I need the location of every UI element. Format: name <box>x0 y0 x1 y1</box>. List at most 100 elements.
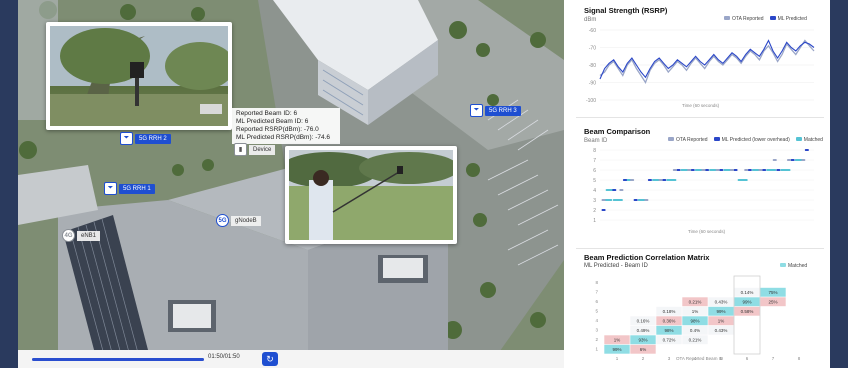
beam-point <box>780 169 791 171</box>
legend-ml: ML Predicted (lower overhead) <box>713 137 790 143</box>
beam-point <box>612 189 617 191</box>
pin-label: 5G RRH 2 <box>135 133 171 144</box>
playback-progress[interactable] <box>32 358 204 361</box>
pin-gnodeb[interactable]: 5G gNodeB <box>216 214 261 227</box>
beam-point <box>658 179 663 181</box>
beam-point <box>772 159 777 161</box>
beam-point <box>747 169 752 171</box>
y-tick-label: 7 <box>595 290 598 295</box>
x-tick-label: 6 <box>746 356 749 361</box>
pin-5g-rrh3[interactable]: ⏷ 5G RRH 3 <box>470 104 521 117</box>
beam-point <box>612 199 623 201</box>
y-tick-label: 6 <box>593 168 596 174</box>
beam-point <box>676 169 681 171</box>
beam-point <box>729 169 734 171</box>
camera-feed-image <box>50 26 228 126</box>
matrix-chart: 876543211 2 3 4 5 6 7 80.14% 75%0.21% 0.43% 99% 25%… <box>595 275 801 361</box>
matrix-cell-value: 0.72% <box>663 337 676 342</box>
matrix-cell-value: 0.21% <box>689 299 702 304</box>
x-tick-label: 3 <box>668 356 671 361</box>
playback-progress-fill <box>32 358 204 361</box>
beam-point <box>766 169 777 171</box>
pin-device[interactable]: ▮ Device <box>234 143 276 156</box>
matrix-cell-value: 0.43% <box>715 299 728 304</box>
matrix-cell-value: 0.21% <box>689 337 702 342</box>
device-feed-card[interactable] <box>285 146 457 244</box>
playback-time: 01:50/01:50 <box>208 354 240 360</box>
pin-label: Device <box>249 144 276 155</box>
legend-matched: Matched <box>780 263 807 269</box>
beam-point <box>687 169 692 171</box>
ota-reported-line <box>599 39 815 84</box>
y-tick-label: 8 <box>593 148 596 154</box>
camera-feed-card[interactable] <box>46 22 232 130</box>
beam-point <box>647 179 652 181</box>
beam-point <box>622 179 627 181</box>
device-feed-image <box>289 150 453 240</box>
ml-predicted-rsrp: ML Predicted RSRP(dBm): -74.6 <box>236 134 331 141</box>
matrix-legend: Matched <box>780 263 807 269</box>
divider <box>576 117 824 118</box>
beam-point <box>705 169 709 171</box>
replay-icon: ↻ <box>266 353 274 364</box>
pin-enb1[interactable]: 4G eNB1 <box>62 229 101 242</box>
pin-label: 5G RRH 1 <box>119 183 155 194</box>
aerial-map[interactable]: Reported Beam ID: 6 ML Predicted Beam ID… <box>18 0 564 368</box>
y-tick-label: 3 <box>595 328 598 333</box>
matrix-cell-value: 99% <box>742 299 751 304</box>
signal-xlabel: Time (60 seconds) <box>682 103 720 108</box>
matrix-cell-value: 0.18% <box>663 309 676 314</box>
replay-button[interactable]: ↻ <box>262 352 278 366</box>
beam-point <box>701 169 706 171</box>
beam-chart: 8 7 6 5 4 3 2 1 <box>593 148 814 224</box>
playback-bar: 01:50/01:50 ↻ <box>18 350 564 368</box>
matrix-cell-value: 0.43% <box>715 328 728 333</box>
matrix-cell-value: 98% <box>664 328 673 333</box>
y-tick-label: -60 <box>589 28 596 34</box>
beam-point <box>744 169 749 171</box>
y-tick-label: 7 <box>593 158 596 164</box>
antenna-icon: ⏷ <box>120 132 133 145</box>
beam-point <box>715 169 720 171</box>
camera-scene <box>50 26 228 126</box>
beam-legend: OTA Reported ML Predicted (lower overhea… <box>668 137 823 143</box>
beam-point <box>690 169 695 171</box>
correlation-matrix-panel: Beam Prediction Correlation Matrix ML Pr… <box>564 250 830 368</box>
device-scene <box>289 150 453 240</box>
legend-ml: ML Predicted <box>769 16 807 22</box>
x-tick-label: 1 <box>616 356 619 361</box>
y-tick-label: 5 <box>593 178 596 184</box>
y-tick-label: -70 <box>589 46 596 52</box>
matrix-cell-value: 25% <box>768 299 777 304</box>
beam-point <box>719 169 724 171</box>
pin-5g-rrh1[interactable]: ⏷ 5G RRH 1 <box>104 182 155 195</box>
pin-5g-rrh2[interactable]: ⏷ 5G RRH 2 <box>120 132 171 145</box>
beam-point <box>672 169 677 171</box>
enb-badge: 4G <box>62 229 75 242</box>
pin-label: 5G RRH 3 <box>485 105 521 116</box>
legend-ota: OTA Reported <box>668 137 708 143</box>
ml-predicted-beam-id: ML Predicted Beam ID: 6 <box>236 118 309 125</box>
matrix-cell-value: 99% <box>612 347 621 352</box>
beam-point <box>733 169 738 171</box>
matrix-cell-value: 1% <box>614 337 621 342</box>
y-tick-label: 4 <box>595 318 598 323</box>
antenna-icon: ⏷ <box>470 104 483 117</box>
y-tick-label: 1 <box>595 347 598 352</box>
y-tick-label: -100 <box>586 98 596 104</box>
signal-legend: OTA Reported ML Predicted <box>724 16 807 22</box>
matrix-cell-value: 0.16% <box>637 318 650 323</box>
y-tick-label: 8 <box>595 280 598 285</box>
beam-point <box>601 209 606 211</box>
reported-beam-id: Reported Beam ID: 6 <box>236 110 298 117</box>
matrix-xlabel: OTA Reported Beam ID <box>676 356 724 361</box>
dashboard-panel: Signal Strength (RSRP) dBm OTA Reported … <box>564 0 830 368</box>
signal-chart: -60 -70 -80 -90 -100 <box>586 28 815 104</box>
matrix-cell-value: 75% <box>768 290 777 295</box>
y-tick-label: 6 <box>595 299 598 304</box>
signal-title: Signal Strength (RSRP) <box>584 6 668 15</box>
beam-title: Beam Comparison <box>584 127 651 136</box>
beam-point <box>666 179 677 181</box>
matrix-cell-value: 0.36% <box>663 318 676 323</box>
y-tick-label: 5 <box>595 309 598 314</box>
